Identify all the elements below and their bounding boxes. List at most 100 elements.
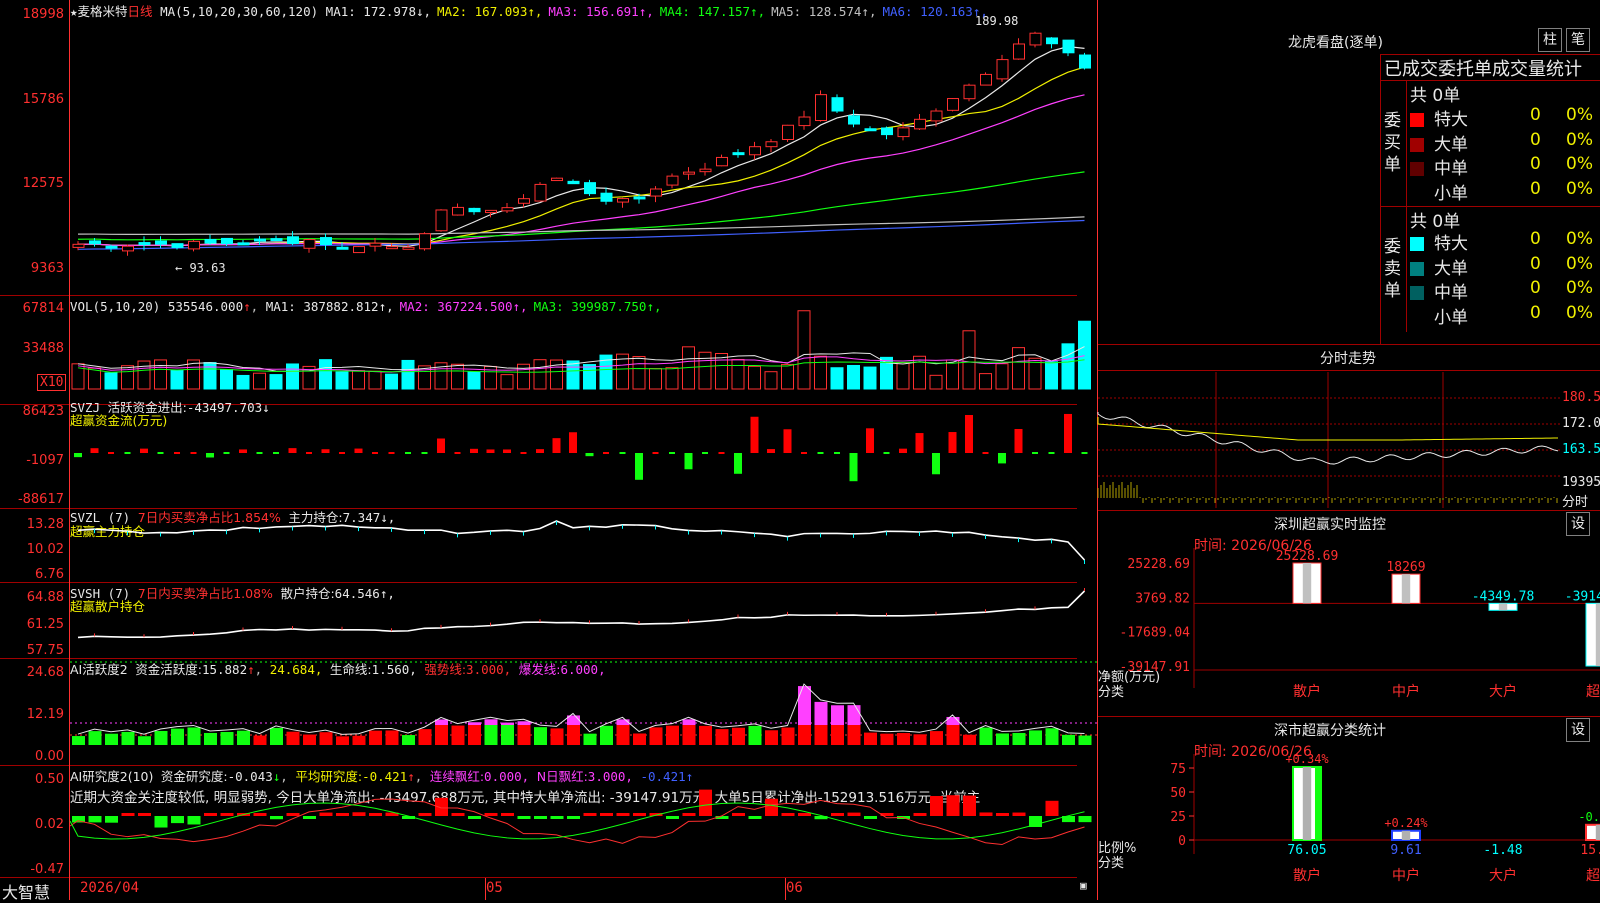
research-bar [418,813,432,816]
classify-y-label: 25 [1170,810,1186,825]
tick-mode-button[interactable]: 笔 [1566,28,1590,52]
activity-bar [831,725,844,745]
research-bar [781,813,795,816]
fund-flow-bar [503,449,511,453]
fund-flow-bar [273,452,279,454]
right-panel: 龙虎看盘(逐单) 柱 笔 已成交委托单成交量统计 委买单 委卖单 共 0单 共 … [1097,0,1600,900]
candle-body [930,110,943,122]
divider [1380,54,1381,344]
classify-value: -1.48 [1483,843,1522,858]
fund-activity-bars[interactable] [70,659,1097,765]
research-bar [121,813,135,816]
fund-flow-bar [421,452,428,454]
ai-active-y-label: 0.00 [35,749,64,764]
classify-settings-button[interactable]: 设 [1566,718,1590,742]
volume-bars[interactable] [70,296,1097,404]
candle-body [303,239,316,249]
fund-flow-bar [834,452,840,454]
monitor-chart[interactable]: 25228.69 3769.82 -17689.04 -39147.91 净额(万元)分… [1098,548,1600,718]
activity-bar [1045,728,1059,745]
candle-body [699,168,712,173]
bar-mode-button[interactable]: 柱 [1538,28,1562,52]
fund-flow-bar [718,452,725,454]
research-bar [913,813,927,816]
fund-flow-bar [998,453,1006,464]
order-pct: 0% [1566,129,1593,150]
candle-body [237,242,250,246]
candle-body [963,84,976,100]
candle-body [353,246,365,254]
order-pct: 0% [1566,154,1593,174]
volume-bar [286,363,299,390]
research-bar [1012,812,1026,816]
activity-bar [402,735,415,745]
order-pct: 0% [1566,229,1593,249]
classify-chart[interactable]: 75 50 25 0 比例%分类 +0.34% 76.05 散户 +0.24% 9.61 中户 -1.… [1098,752,1600,900]
order-count: 0 [1530,129,1541,150]
fund-flow-bar [702,452,708,454]
order-size-label: 小单 [1434,183,1468,204]
monitor-bar-value: 25228.69 [1276,549,1339,564]
candle-body [1046,37,1058,45]
main-force-line [77,520,1086,561]
volume-bar [830,367,844,390]
volume-y-label: 33488 [22,341,64,356]
fund-flow-bar [1014,428,1023,453]
activity-bar [171,728,184,745]
fund-flow-bar [124,452,131,454]
fund-flow-bar [932,453,940,475]
candle-body [1013,43,1025,60]
order-count: 0 [1530,229,1541,249]
fund-research-chart[interactable] [69,766,1097,877]
fund-flow-bars[interactable] [70,405,1097,508]
candle-body [419,233,431,250]
fund-flow-bar [669,452,675,454]
candle-body [105,245,118,249]
main-force-holding-line[interactable] [70,509,1097,582]
price-y-label: 18998 [22,7,64,22]
retail-holding-line[interactable] [70,583,1097,658]
date-axis-label: 06 [786,880,803,896]
intraday-y-label: 19395 [1562,475,1600,490]
research-bar [286,813,300,816]
activity-bar [237,730,250,745]
activity-bar [880,733,894,745]
dragon-tabs[interactable]: 已成交委托单成交量统计 [1384,55,1582,81]
brand-label[interactable]: 大智慧 [2,879,50,903]
classify-y-title: 比例% [1098,841,1136,856]
candle-body [287,236,299,244]
fund-flow-bar [157,452,164,454]
price-y-label: 12575 [22,176,64,191]
monitor-bar-shade [1595,603,1600,666]
main-chart-area[interactable]: ★麦格米特日线 MA(5,10,20,30,60,120) MA1: 172.9… [0,0,1098,903]
activity-bar [385,730,399,745]
classify-category: 中户 [1392,867,1420,884]
volume-bar [715,353,728,390]
monitor-title: 深圳超赢实时监控 [1274,517,1386,533]
monitor-bar-value: -4349.78 [1472,589,1535,604]
volume-bar [665,367,679,390]
fund-flow-bar [801,452,807,454]
monitor-y-label: 3769.82 [1135,591,1190,606]
monitor-settings-button[interactable]: 设 [1566,512,1590,536]
activity-bar [913,734,927,745]
order-pct: 0% [1566,253,1593,274]
volume-bar [731,358,745,390]
research-bar [517,816,531,819]
activity-bar [220,731,234,745]
monitor-bar-value: 18269 [1386,560,1425,575]
candlestick-chart[interactable] [70,0,1097,295]
intraday-chart[interactable] [1097,372,1560,508]
svsh-y-label: 64.88 [26,590,64,605]
order-count: 0 [1530,105,1541,125]
divider [1098,344,1600,345]
monitor-y-title: 净额(万元) [1098,670,1160,685]
activity-bar [72,736,85,745]
price-y-label: 15786 [22,92,64,107]
activity-bar [963,734,976,745]
volume-bar [352,370,365,390]
lock-icon[interactable]: ▣ [1080,879,1087,892]
activity-bar [847,725,861,745]
svzl-y-label: 6.76 [35,567,64,582]
order-size-label: 小单 [1434,307,1468,328]
